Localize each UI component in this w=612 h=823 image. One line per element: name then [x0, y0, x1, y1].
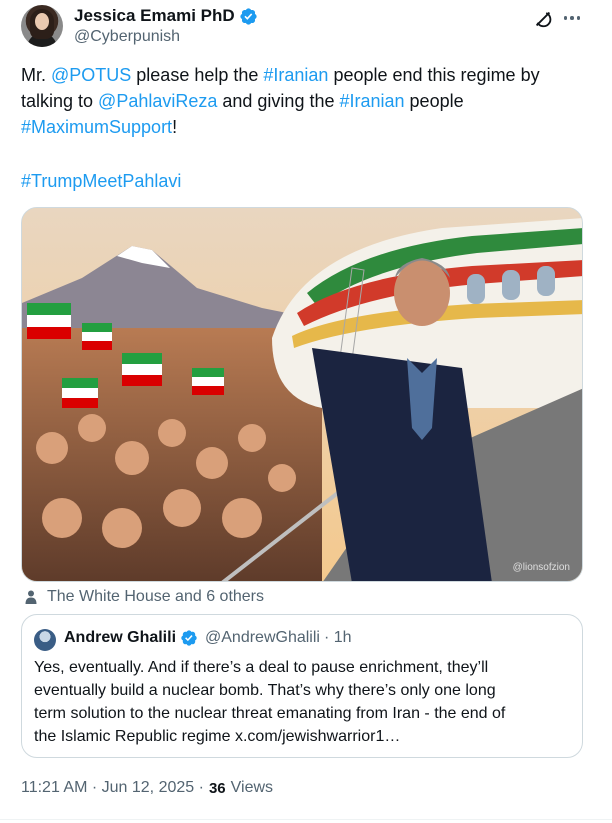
tweet-image[interactable]: @lionsofzion	[21, 207, 583, 582]
tweet-meta: 11:21 AM · Jun 12, 2025 · 36 Views	[21, 779, 273, 797]
tweet-text-segment: people end this regime by	[328, 65, 540, 85]
hashtag-trumpmeetpahlavi[interactable]: #TrumpMeetPahlavi	[21, 168, 181, 194]
tweet-text-line: #MaximumSupport!	[21, 114, 591, 140]
author-name[interactable]: Jessica Emami PhD	[74, 6, 235, 26]
tweet-text-segment: Mr.	[21, 65, 51, 85]
hashtag-link[interactable]: #Iranian	[263, 65, 328, 85]
quote-text: Yes, eventually. And if there’s a deal t…	[34, 656, 574, 748]
divider	[0, 819, 612, 820]
tweet-text-segment: and giving the	[217, 91, 340, 111]
views-count: 36	[208, 779, 226, 797]
quote-line: Yes, eventually. And if there’s a deal t…	[34, 659, 489, 676]
views-label: Views	[230, 779, 274, 796]
tweet-header: Jessica Emami PhD @Cyberpunish	[20, 4, 592, 52]
person-icon	[25, 590, 37, 604]
hashtag-link[interactable]: #MaximumSupport	[21, 117, 172, 137]
image-watermark: @lionsofzion	[512, 562, 570, 573]
grok-icon[interactable]	[532, 8, 554, 30]
quote-author-handle[interactable]: @AndrewGhalili	[205, 629, 320, 647]
image-illustration	[22, 208, 582, 581]
quote-line: eventually build a nuclear bomb. That’s …	[34, 682, 496, 699]
author-name-row[interactable]: Jessica Emami PhD	[74, 6, 258, 26]
quoted-tweet[interactable]: Andrew Ghalili @AndrewGhalili · 1h Yes, …	[21, 614, 583, 758]
tweet-text: Mr. @POTUS please help the #Iranian peop…	[21, 62, 591, 140]
verified-badge-icon	[240, 7, 257, 25]
author-handle[interactable]: @Cyberpunish	[74, 28, 180, 46]
quote-author-avatar[interactable]	[34, 629, 56, 651]
tweet-text-segment: talking to	[21, 91, 99, 111]
quote-author-name[interactable]: Andrew Ghalili	[64, 629, 176, 647]
quote-line: term solution to the nuclear threat eman…	[34, 705, 506, 722]
tagged-people[interactable]: The White House and 6 others	[23, 588, 264, 606]
tweet-text-segment: please help the	[131, 65, 264, 85]
tweet-text-line: Mr. @POTUS please help the #Iranian peop…	[21, 62, 591, 88]
quote-line: the Islamic Republic regime x.com/jewish…	[34, 728, 401, 745]
verified-badge-icon	[181, 630, 197, 646]
more-options-icon[interactable]	[560, 7, 584, 29]
tweet-text-segment: people	[404, 91, 464, 111]
mention-link[interactable]: @PahlaviReza	[98, 91, 217, 111]
hashtag-link[interactable]: #Iranian	[339, 91, 404, 111]
tweet-text-segment: !	[172, 117, 178, 137]
mention-link[interactable]: @POTUS	[51, 65, 131, 85]
quote-time[interactable]: · 1h	[324, 629, 352, 647]
tweet-text-line: talking to @PahlaviReza and giving the #…	[21, 88, 591, 114]
tagged-label: The White House and 6 others	[47, 588, 265, 605]
timestamp[interactable]: 11:21 AM · Jun 12, 2025 ·	[21, 779, 204, 797]
author-avatar[interactable]	[21, 5, 63, 47]
quote-header: Andrew Ghalili @AndrewGhalili · 1h	[64, 629, 352, 647]
